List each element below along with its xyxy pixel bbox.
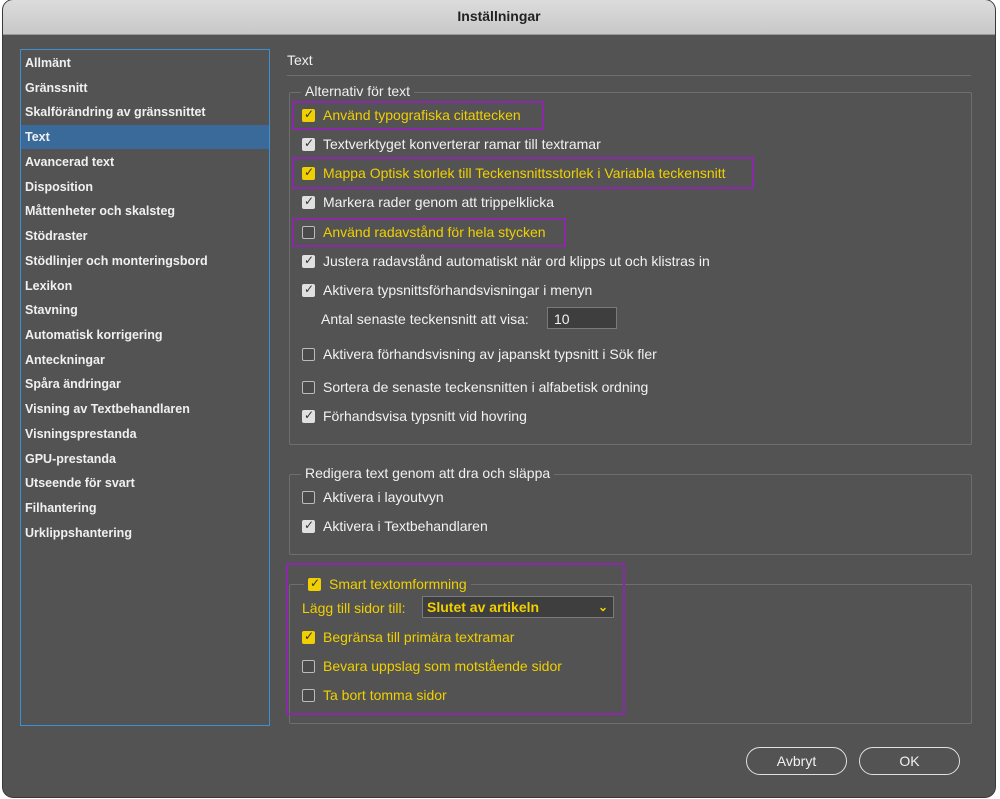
- sidebar-item-mattenheter[interactable]: Måttenheter och skalsteg: [21, 199, 269, 223]
- sidebar-item-visningsprestanda[interactable]: Visningsprestanda: [21, 422, 269, 446]
- sort-recent-option[interactable]: Sortera de senaste teckensnitten i alfab…: [302, 376, 648, 398]
- japanese-preview-option[interactable]: Aktivera förhandsvisning av japanskt typ…: [302, 343, 657, 365]
- sidebar-item-textbehandlaren[interactable]: Visning av Textbehandlaren: [21, 397, 269, 421]
- layout-view-checkbox[interactable]: [302, 490, 315, 504]
- layout-view-option[interactable]: Aktivera i layoutvyn: [302, 486, 444, 508]
- font-preview-menu-checkbox[interactable]: [302, 282, 315, 297]
- adjust-spacing-option[interactable]: Justera radavstånd automatiskt när ord k…: [302, 250, 710, 272]
- dialog-title: Inställningar: [457, 8, 541, 24]
- sidebar-item-spara-andringar[interactable]: Spåra ändringar: [21, 372, 269, 396]
- sort-recent-checkbox[interactable]: [302, 380, 315, 394]
- sidebar-item-urklippshantering[interactable]: Urklippshantering: [21, 521, 269, 545]
- japanese-preview-label: Aktivera förhandsvisning av japanskt typ…: [323, 346, 657, 362]
- sidebar-item-stodraster[interactable]: Stödraster: [21, 224, 269, 248]
- highlight-box: [286, 563, 625, 715]
- triple-click-label: Markera rader genom att trippelklicka: [323, 194, 555, 210]
- font-preview-menu-label: Aktivera typsnittsförhandsvisningar i me…: [323, 282, 593, 298]
- hover-preview-label: Förhandsvisa typsnitt vid hovring: [323, 408, 527, 424]
- triple-click-checkbox[interactable]: [302, 194, 315, 209]
- hover-preview-option[interactable]: Förhandsvisa typsnitt vid hovring: [302, 405, 527, 427]
- sidebar-item-anteckningar[interactable]: Anteckningar: [21, 348, 269, 372]
- highlight-box: [292, 157, 754, 189]
- story-editor-option[interactable]: Aktivera i Textbehandlaren: [302, 515, 488, 537]
- page-title: Text: [287, 52, 313, 68]
- sidebar-item-allmant[interactable]: Allmänt: [21, 51, 269, 75]
- sidebar-item-lexikon[interactable]: Lexikon: [21, 274, 269, 298]
- sidebar-item-utseende-svart[interactable]: Utseende för svart: [21, 471, 269, 495]
- japanese-preview-checkbox[interactable]: [302, 347, 315, 361]
- sidebar-item-disposition[interactable]: Disposition: [21, 175, 269, 199]
- sidebar-item-filhantering[interactable]: Filhantering: [21, 496, 269, 520]
- highlight-box: [292, 218, 566, 247]
- sidebar-item-text[interactable]: Text: [21, 125, 269, 149]
- heading-divider: [287, 75, 971, 76]
- sort-recent-label: Sortera de senaste teckensnitten i alfab…: [323, 379, 649, 395]
- recent-fonts-input[interactable]: 10: [547, 307, 617, 329]
- sidebar-item-stavning[interactable]: Stavning: [21, 298, 269, 322]
- ok-button[interactable]: OK: [859, 747, 960, 775]
- triple-click-option[interactable]: Markera rader genom att trippelklicka: [302, 191, 554, 213]
- font-preview-menu-option[interactable]: Aktivera typsnittsförhandsvisningar i me…: [302, 279, 592, 301]
- recent-fonts-label: Antal senaste teckensnitt att visa:: [321, 311, 529, 327]
- drag-drop-title: Redigera text genom att dra och släppa: [301, 465, 555, 481]
- sidebar-item-stodlinjer[interactable]: Stödlinjer och monteringsbord: [21, 249, 269, 273]
- story-editor-checkbox[interactable]: [302, 518, 315, 533]
- sidebar-item-gpu-prestanda[interactable]: GPU-prestanda: [21, 447, 269, 471]
- adjust-spacing-label: Justera radavstånd automatiskt när ord k…: [323, 253, 710, 269]
- adjust-spacing-checkbox[interactable]: [302, 253, 315, 268]
- sidebar-item-automatisk-korrigering[interactable]: Automatisk korrigering: [21, 323, 269, 347]
- story-editor-label: Aktivera i Textbehandlaren: [323, 518, 488, 534]
- type-tool-frames-option[interactable]: Textverktyget konverterar ramar till tex…: [302, 133, 601, 155]
- highlight-box: [292, 101, 544, 130]
- sidebar-item-avancerad-text[interactable]: Avancerad text: [21, 150, 269, 174]
- hover-preview-checkbox[interactable]: [302, 408, 315, 423]
- sidebar-item-granssnitt[interactable]: Gränssnitt: [21, 76, 269, 100]
- type-tool-frames-checkbox[interactable]: [302, 136, 315, 151]
- type-tool-frames-label: Textverktyget konverterar ramar till tex…: [323, 136, 601, 152]
- title-bar: Inställningar: [3, 0, 995, 35]
- cancel-button[interactable]: Avbryt: [746, 747, 847, 775]
- sidebar-item-skalforandring[interactable]: Skalförändring av gränssnittet: [21, 100, 269, 124]
- layout-view-label: Aktivera i layoutvyn: [323, 489, 444, 505]
- category-list[interactable]: Allmänt Gränssnitt Skalförändring av grä…: [20, 49, 270, 726]
- text-options-title: Alternativ för text: [301, 83, 415, 99]
